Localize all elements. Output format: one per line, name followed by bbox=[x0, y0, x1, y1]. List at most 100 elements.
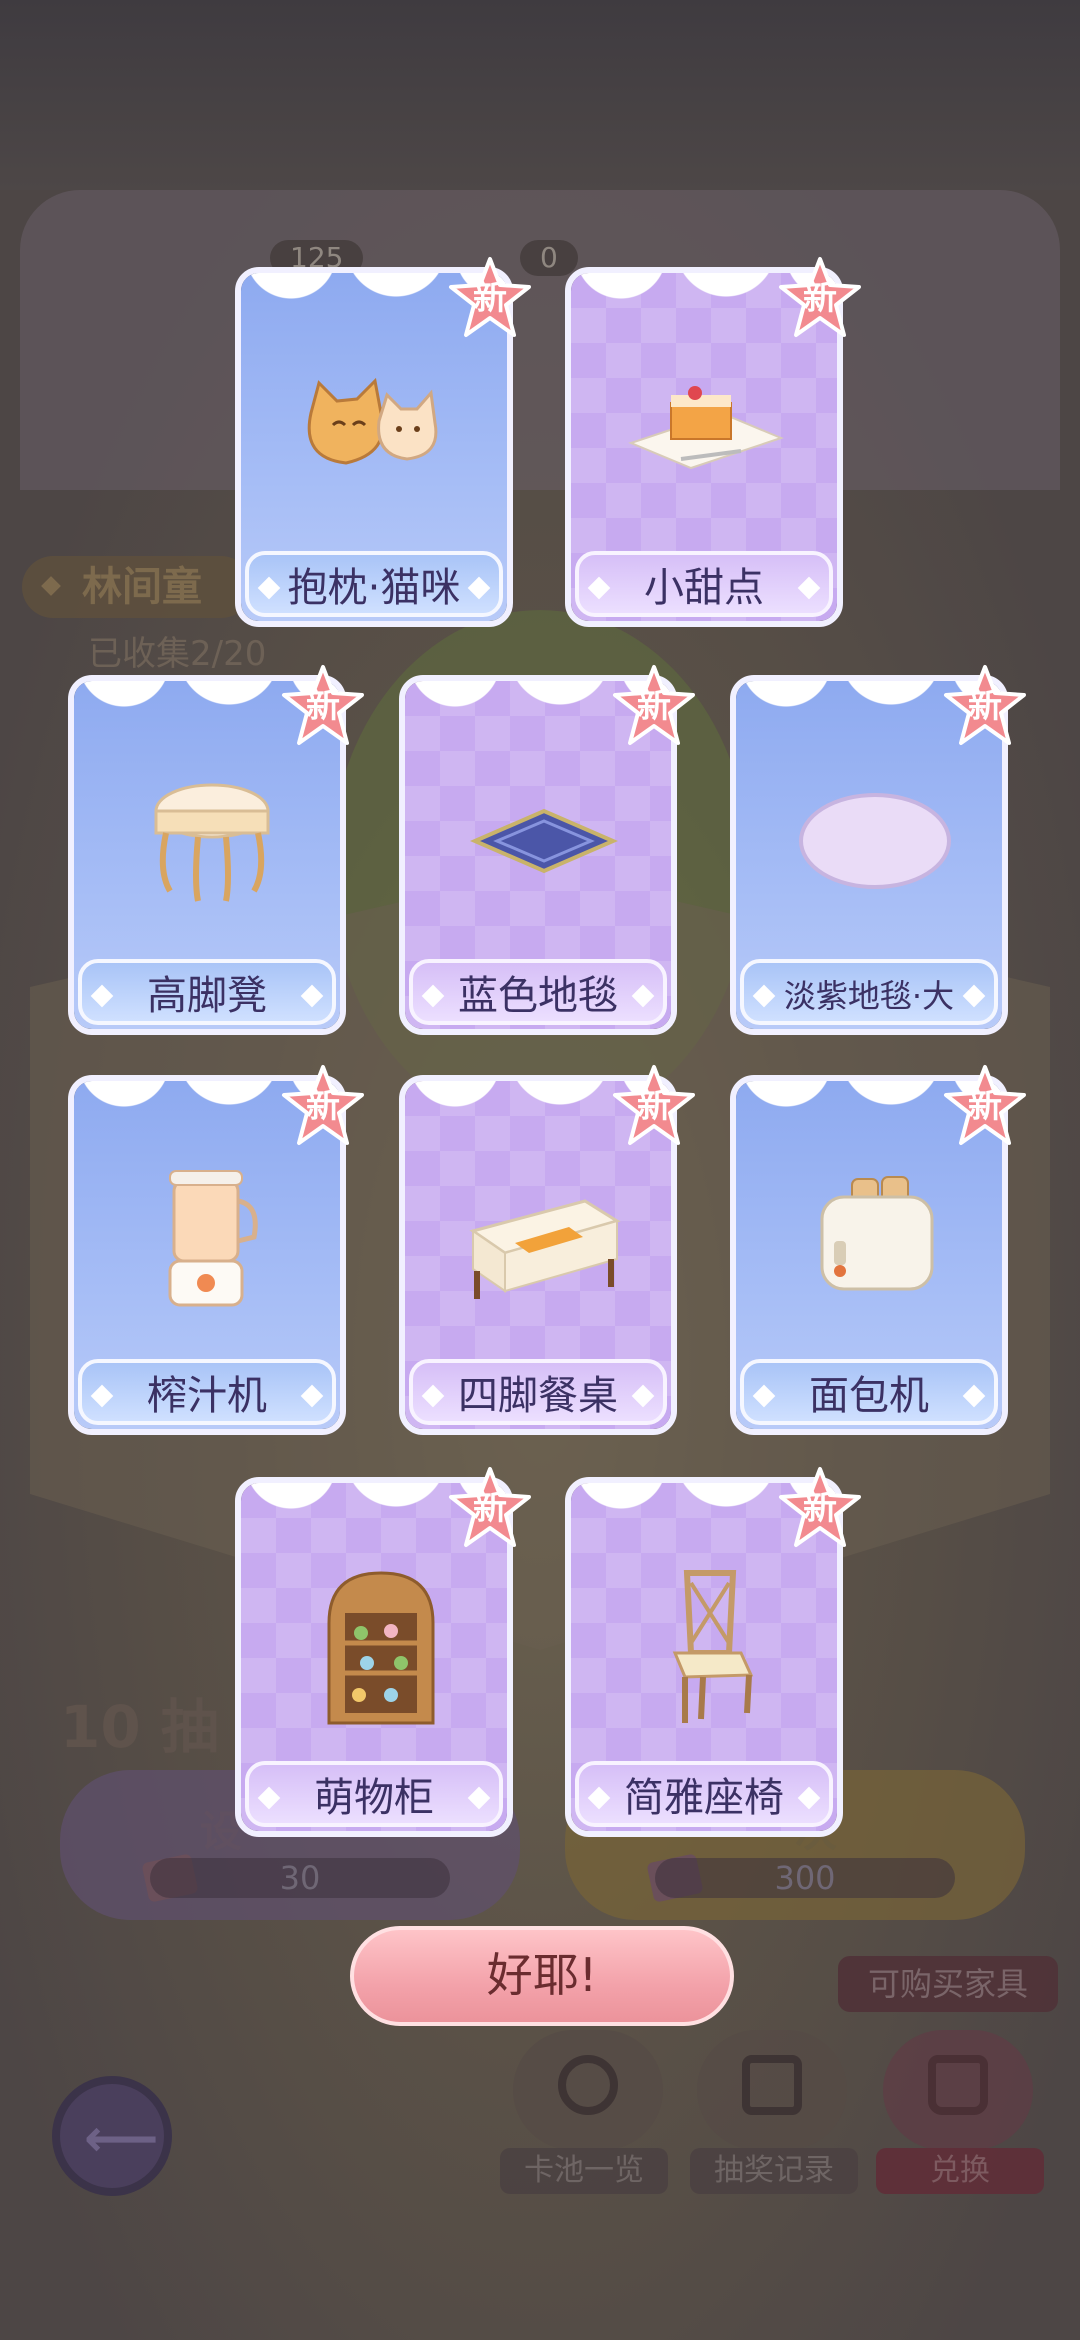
currency-2-value: 0 bbox=[540, 241, 558, 274]
dining-table-icon bbox=[469, 1199, 621, 1299]
reward-card[interactable]: 抱枕·猫咪 新 bbox=[235, 257, 531, 627]
sparkle-icon bbox=[421, 984, 445, 1008]
stool-icon bbox=[154, 783, 270, 902]
card-name-plate: 面包机 bbox=[740, 1359, 998, 1425]
card-name: 小甜点 bbox=[644, 565, 764, 611]
new-badge: 新 bbox=[280, 663, 366, 749]
sparkle-icon bbox=[90, 1384, 114, 1408]
cat-pillow-icon bbox=[307, 377, 438, 465]
sparkle-icon bbox=[90, 984, 114, 1008]
new-badge: 新 bbox=[942, 663, 1028, 749]
sparkle-icon bbox=[962, 1384, 986, 1408]
sparkle-icon bbox=[797, 576, 821, 600]
single-draw-cost: 30 bbox=[150, 1858, 450, 1898]
card-name-plate: 蓝色地毯 bbox=[409, 959, 667, 1025]
cake-icon bbox=[628, 386, 784, 470]
reward-card[interactable]: 简雅座椅 新 bbox=[565, 1467, 861, 1837]
sparkle-icon bbox=[587, 1786, 611, 1810]
reward-card[interactable]: 高脚凳 新 bbox=[68, 665, 364, 1035]
collection-title-text: 林间童 bbox=[82, 564, 202, 610]
card-pool-button bbox=[513, 2030, 663, 2150]
reward-card[interactable]: 小甜点 新 bbox=[565, 257, 861, 627]
new-badge-text: 新 bbox=[968, 686, 1002, 726]
card-name: 淡紫地毯·大 bbox=[783, 977, 955, 1015]
card-name: 榨汁机 bbox=[147, 1373, 267, 1419]
card-name: 简雅座椅 bbox=[624, 1775, 784, 1821]
card-name: 四脚餐桌 bbox=[458, 1373, 618, 1419]
sparkle-icon bbox=[631, 984, 655, 1008]
sparkle-icon bbox=[631, 1384, 655, 1408]
shopping-bag-icon bbox=[928, 2055, 988, 2115]
card-name: 面包机 bbox=[809, 1373, 929, 1419]
card-name-plate: 高脚凳 bbox=[78, 959, 336, 1025]
sparkle-icon bbox=[467, 1786, 491, 1810]
new-badge: 新 bbox=[942, 1063, 1028, 1149]
new-badge-text: 新 bbox=[803, 1488, 837, 1528]
reward-card[interactable]: 萌物柜 新 bbox=[235, 1467, 531, 1837]
sparkle-icon bbox=[752, 1384, 776, 1408]
sparkle-icon bbox=[300, 1384, 324, 1408]
juicer-icon bbox=[168, 1170, 258, 1307]
sparkle-icon bbox=[962, 984, 986, 1008]
sparkle-icon bbox=[421, 1384, 445, 1408]
exchange-label: 兑换 bbox=[876, 2148, 1044, 2194]
roof-decoration bbox=[20, 190, 1060, 490]
new-badge-text: 新 bbox=[968, 1086, 1002, 1126]
new-badge: 新 bbox=[777, 1465, 863, 1551]
reward-card[interactable]: 淡紫地毯·大 新 bbox=[730, 665, 1026, 1035]
card-name: 抱枕·猫咪 bbox=[287, 565, 461, 611]
card-name-plate: 小甜点 bbox=[575, 551, 833, 617]
confirm-button[interactable]: 好耶! bbox=[350, 1926, 734, 2026]
reward-card[interactable]: 面包机 新 bbox=[730, 1065, 1026, 1435]
sparkle-icon bbox=[752, 984, 776, 1008]
new-badge: 新 bbox=[447, 255, 533, 341]
card-name: 萌物柜 bbox=[314, 1775, 434, 1821]
new-badge-text: 新 bbox=[637, 686, 671, 726]
sparkle-icon bbox=[467, 576, 491, 600]
collection-title: 林间童 bbox=[22, 556, 252, 618]
sparkle-icon bbox=[797, 1786, 821, 1810]
back-arrow-icon: ⟵ bbox=[84, 2109, 159, 2169]
top-bar-dimmed bbox=[0, 0, 1080, 190]
draw-history-button bbox=[697, 2030, 847, 2150]
new-badge: 新 bbox=[280, 1063, 366, 1149]
toaster-icon bbox=[820, 1176, 934, 1291]
card-name-plate: 淡紫地毯·大 bbox=[740, 959, 998, 1025]
sparkle-icon bbox=[257, 576, 281, 600]
ten-draw-cost: 300 bbox=[655, 1858, 955, 1898]
card-name-plate: 简雅座椅 bbox=[575, 1761, 833, 1827]
reward-card[interactable]: 榨汁机 新 bbox=[68, 1065, 364, 1435]
chair-icon bbox=[672, 1570, 754, 1723]
cabinet-icon bbox=[327, 1571, 435, 1725]
reward-card[interactable]: 蓝色地毯 新 bbox=[399, 665, 695, 1035]
sparkle-icon bbox=[587, 576, 611, 600]
back-button: ⟵ bbox=[52, 2076, 172, 2196]
collection-progress: 已收集2/20 bbox=[88, 634, 267, 674]
new-badge: 新 bbox=[611, 1063, 697, 1149]
card-name: 蓝色地毯 bbox=[458, 973, 618, 1019]
card-name-plate: 抱枕·猫咪 bbox=[245, 551, 503, 617]
new-badge-text: 新 bbox=[803, 278, 837, 318]
reward-card[interactable]: 四脚餐桌 新 bbox=[399, 1065, 695, 1435]
card-name-plate: 四脚餐桌 bbox=[409, 1359, 667, 1425]
new-badge-text: 新 bbox=[637, 1086, 671, 1126]
exchange-button bbox=[883, 2030, 1033, 2150]
buyable-furniture-hint: 可购买家具 bbox=[838, 1956, 1058, 2012]
card-name-plate: 萌物柜 bbox=[245, 1761, 503, 1827]
new-badge-text: 新 bbox=[473, 1488, 507, 1528]
draw-ten-label: 10 抽 bbox=[60, 1693, 219, 1761]
card-name-plate: 榨汁机 bbox=[78, 1359, 336, 1425]
new-badge-text: 新 bbox=[473, 278, 507, 318]
new-badge: 新 bbox=[447, 1465, 533, 1551]
new-badge: 新 bbox=[611, 663, 697, 749]
new-badge-text: 新 bbox=[306, 1086, 340, 1126]
new-badge-text: 新 bbox=[306, 686, 340, 726]
sparkle-icon bbox=[257, 1786, 281, 1810]
diamond-icon bbox=[41, 576, 61, 596]
sparkle-icon bbox=[300, 984, 324, 1008]
lilac-rug-icon bbox=[799, 793, 951, 889]
new-badge: 新 bbox=[777, 255, 863, 341]
blue-rug-icon bbox=[469, 808, 619, 874]
magnifier-icon bbox=[558, 2055, 618, 2115]
card-name: 高脚凳 bbox=[147, 973, 267, 1019]
